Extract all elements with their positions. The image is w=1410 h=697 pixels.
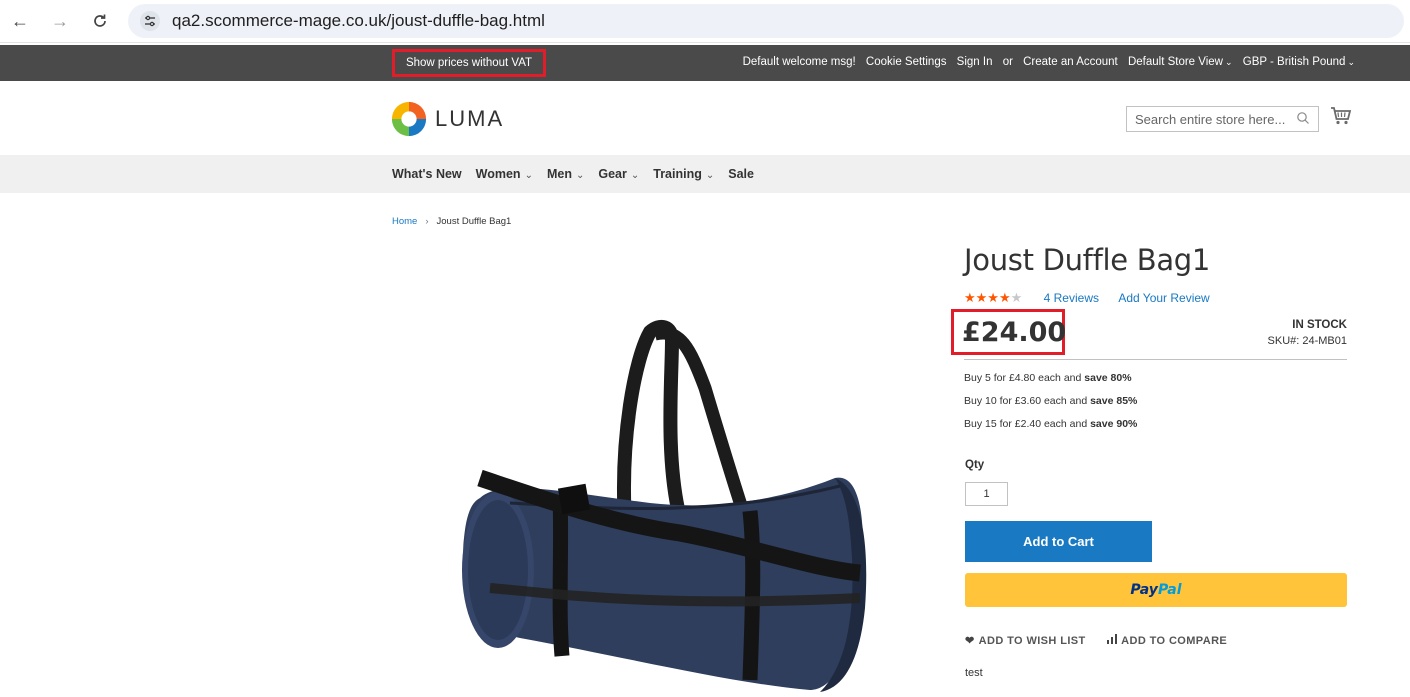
forward-icon[interactable]: → [48, 9, 72, 33]
currency-label: GBP - British Pound [1242, 56, 1346, 68]
bar-chart-icon [1107, 634, 1118, 647]
tier-saving: save 85% [1090, 395, 1138, 407]
product-image[interactable] [450, 318, 870, 697]
nav-item-label: Gear [598, 167, 627, 181]
nav-item-label: Training [653, 167, 702, 181]
heart-icon: ❤ [965, 635, 975, 647]
search-box [1126, 106, 1319, 132]
luma-logo-icon [391, 101, 427, 137]
back-icon[interactable]: ← [8, 9, 32, 33]
tier-saving: save 90% [1090, 418, 1138, 430]
paypal-logo-pay: Pay [1130, 582, 1158, 598]
wishlist-label: ADD TO WISH LIST [978, 635, 1086, 647]
nav-item-women[interactable]: Women ⌄ [476, 167, 533, 181]
search-input[interactable] [1127, 107, 1287, 131]
breadcrumb-home-link[interactable]: Home [392, 216, 417, 227]
tier-price-text: Buy 15 for £2.40 each and [964, 418, 1091, 430]
nav-item-label: What's New [392, 167, 462, 181]
add-to-cart-button[interactable]: Add to Cart [965, 521, 1152, 562]
nav-item-what-s-new[interactable]: What's New [392, 167, 462, 181]
price-highlight: £24.00 [951, 309, 1067, 355]
or-text: or [1002, 56, 1013, 68]
product-description: test [965, 667, 983, 679]
nav-item-label: Women [475, 167, 521, 181]
cookie-settings-link[interactable]: Cookie Settings [866, 56, 947, 68]
compare-label: ADD TO COMPARE [1121, 635, 1228, 647]
product-actions: ❤ ADD TO WISH LIST ADD TO COMPARE [965, 634, 1245, 647]
breadcrumb-current: Joust Duffle Bag1 [436, 216, 512, 227]
chevron-down-icon: ⌄ [1347, 57, 1355, 67]
paypal-button[interactable]: PayPal [965, 573, 1347, 607]
tier-saving: save 80% [1084, 372, 1132, 384]
breadcrumb-separator: › [425, 216, 429, 227]
add-to-wishlist-link[interactable]: ❤ ADD TO WISH LIST [965, 634, 1086, 647]
sign-in-link[interactable]: Sign In [957, 56, 993, 68]
nav-item-sale[interactable]: Sale [728, 167, 754, 181]
create-account-link[interactable]: Create an Account [1023, 56, 1118, 68]
chevron-down-icon: ⌄ [524, 170, 533, 181]
paypal-logo-pal: Pal [1157, 582, 1182, 598]
tier-prices: Buy 5 for £4.80 each and save 80% Buy 10 … [964, 372, 1137, 441]
qty-input[interactable] [965, 482, 1008, 506]
filled-stars-icon: ★★★★ [964, 290, 1011, 305]
reviews-link[interactable]: 4 Reviews [1044, 291, 1099, 305]
chevron-down-icon: ⌄ [1225, 57, 1233, 67]
empty-star-icon: ★ [1010, 290, 1023, 305]
logo-text: LUMA [435, 106, 505, 131]
tier-price-row: Buy 15 for £2.40 each and save 90% [964, 418, 1137, 441]
tier-price-text: Buy 10 for £3.60 each and [964, 395, 1091, 407]
product-title: Joust Duffle Bag1 [964, 243, 1211, 277]
stock-status: IN STOCK [1292, 319, 1347, 331]
tier-price-row: Buy 10 for £3.60 each and save 85% [964, 395, 1137, 418]
reload-icon[interactable] [88, 9, 112, 33]
vat-toggle-button[interactable]: Show prices without VAT [392, 49, 546, 77]
browser-toolbar: ← → qa2.scommerce-mage.co.uk/joust-duffl… [0, 0, 1410, 43]
nav-item-label: Sale [728, 167, 754, 181]
chevron-down-icon: ⌄ [630, 170, 640, 181]
divider [964, 359, 1347, 360]
top-panel: Show prices without VAT Default welcome … [0, 45, 1410, 81]
tier-price-row: Buy 5 for £4.80 each and save 80% [964, 372, 1137, 395]
product-price: £24.00 [962, 317, 1067, 348]
url-text[interactable]: qa2.scommerce-mage.co.uk/joust-duffle-ba… [172, 11, 545, 31]
store-switcher[interactable]: Default Store View ⌄ [1128, 56, 1233, 68]
nav-item-men[interactable]: Men ⌄ [547, 167, 584, 181]
cart-icon[interactable] [1330, 106, 1352, 126]
product-sku: SKU#: 24-MB01 [1267, 335, 1347, 347]
chevron-down-icon: ⌄ [575, 170, 585, 181]
add-to-compare-link[interactable]: ADD TO COMPARE [1107, 634, 1227, 647]
nav-item-gear[interactable]: Gear ⌄ [598, 167, 639, 181]
tier-price-text: Buy 5 for £4.80 each and [964, 372, 1085, 384]
store-view-label: Default Store View [1127, 56, 1223, 68]
site-info-icon[interactable] [140, 11, 160, 31]
chevron-down-icon: ⌄ [705, 170, 715, 181]
add-review-link[interactable]: Add Your Review [1118, 291, 1209, 305]
qty-label: Qty [965, 459, 985, 471]
top-links: Default welcome msg! Cookie Settings Sig… [736, 56, 1355, 68]
breadcrumb: Home › Joust Duffle Bag1 [392, 216, 511, 227]
address-bar[interactable]: qa2.scommerce-mage.co.uk/joust-duffle-ba… [128, 4, 1404, 38]
main-nav: What's New Women ⌄ Men ⌄ Gear ⌄ Training ⌄ Sale [0, 155, 1410, 193]
nav-item-label: Men [546, 167, 572, 181]
nav-item-training[interactable]: Training ⌄ [653, 167, 714, 181]
currency-switcher[interactable]: GBP - British Pound ⌄ [1243, 56, 1355, 68]
product-rating: ★★★★★ 4 Reviews Add Your Review [964, 290, 1210, 306]
welcome-message: Default welcome msg! [742, 56, 856, 68]
search-icon[interactable] [1296, 111, 1310, 125]
rating-stars: ★★★★★ [964, 290, 1022, 305]
